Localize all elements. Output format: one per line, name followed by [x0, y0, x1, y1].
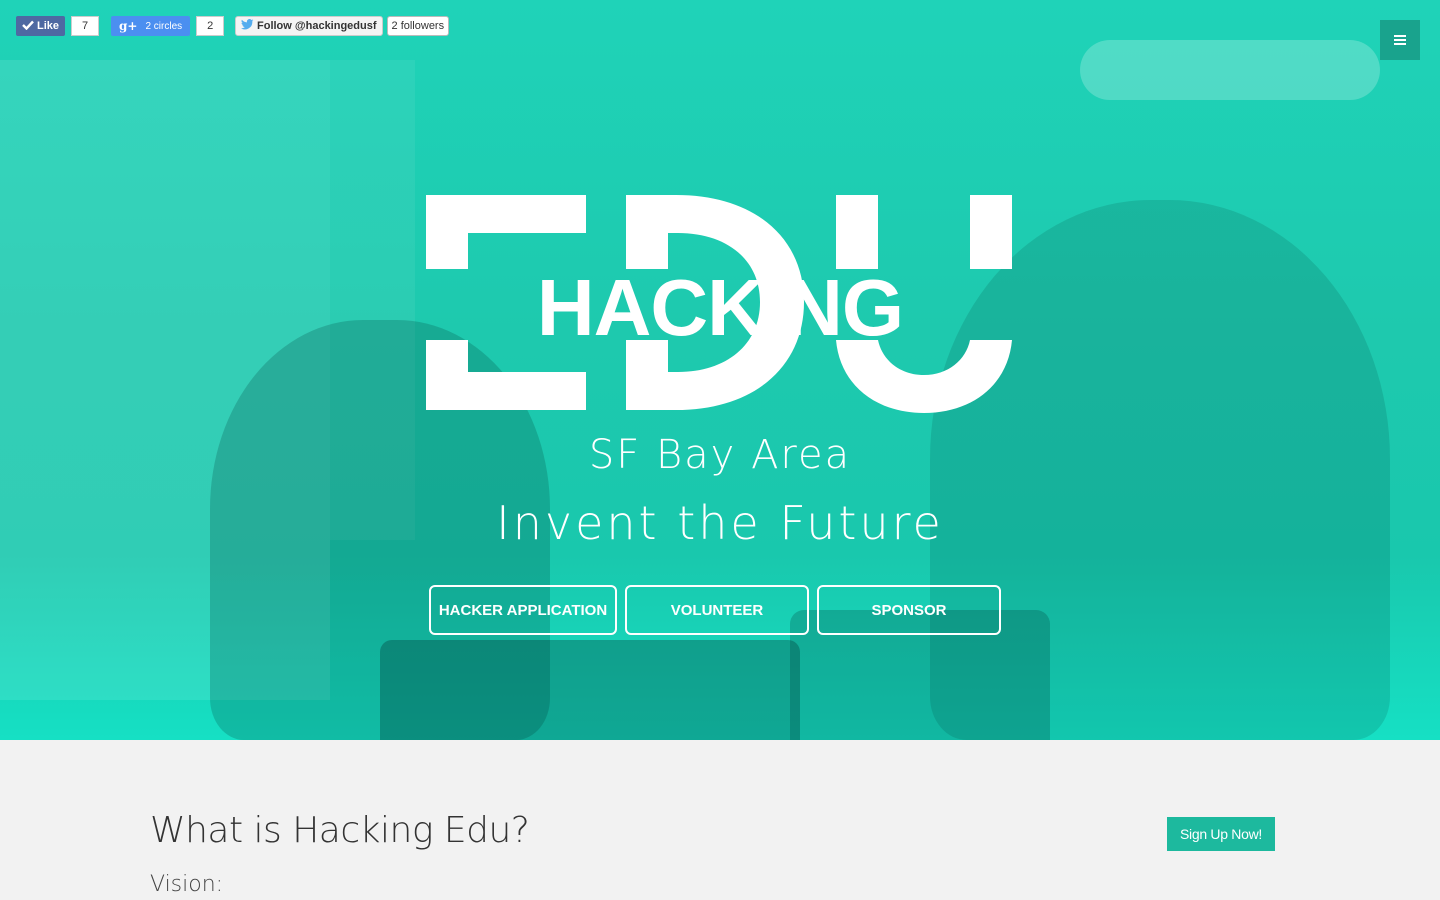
sign-up-button[interactable]: Sign Up Now! [1167, 817, 1275, 851]
google-plus-widget[interactable]: g+ 2 circles 2 [111, 16, 225, 36]
check-icon [22, 20, 34, 33]
menu-button[interactable] [1380, 20, 1420, 60]
twitter-bird-icon [241, 19, 254, 33]
sponsor-button[interactable]: SPONSOR [817, 585, 1001, 635]
logo-hacking-word: HACKING [536, 263, 904, 352]
google-plus-icon: g+ [119, 19, 138, 33]
about-heading: What is Hacking Edu? [150, 810, 530, 851]
hacking-edu-logo: HACKING [426, 195, 1014, 415]
facebook-like-button[interactable]: Like [16, 16, 66, 36]
twitter-follow-label: Follow @hackingedusf [257, 20, 377, 32]
hero-location: SF Bay Area [588, 432, 852, 478]
twitter-followers-count: 2 followers [386, 16, 450, 36]
twitter-follow-widget[interactable]: Follow @hackingedusf 2 followers [235, 16, 450, 36]
facebook-like-widget[interactable]: Like 7 [16, 16, 100, 36]
vision-label: Vision: [150, 872, 224, 897]
background-photo-laptop [380, 640, 800, 740]
hacker-application-button[interactable]: HACKER APPLICATION [429, 585, 617, 635]
hero-cta-group: HACKER APPLICATION VOLUNTEER SPONSOR [429, 585, 1001, 635]
twitter-follow-button[interactable]: Follow @hackingedusf [235, 16, 383, 36]
background-photo-light [1080, 40, 1380, 100]
google-plus-count: 2 [196, 16, 225, 36]
volunteer-button[interactable]: VOLUNTEER [625, 585, 809, 635]
facebook-like-label: Like [37, 20, 60, 32]
facebook-like-count: 7 [71, 16, 100, 36]
google-plus-label: 2 circles [145, 20, 183, 32]
hero-tagline: Invent the Future [496, 496, 944, 550]
google-plus-button[interactable]: g+ 2 circles [111, 16, 191, 36]
hero-section: Like 7 g+ 2 circles 2 Follow @hackingedu… [0, 0, 1440, 740]
hamburger-menu-icon [1394, 35, 1406, 45]
